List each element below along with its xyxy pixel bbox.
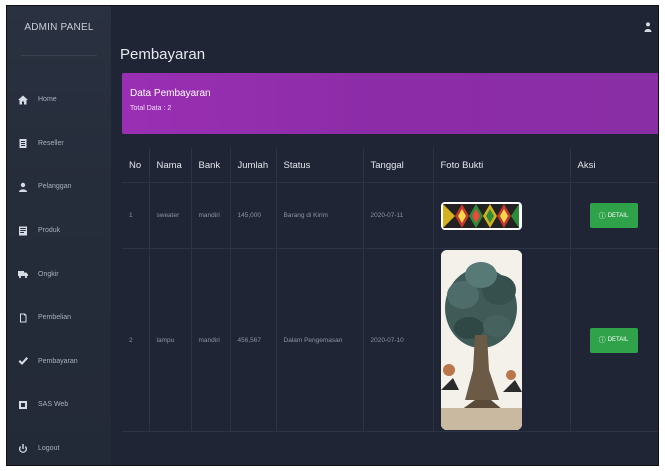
book-icon xyxy=(17,225,29,237)
table-row: 1 sweater mandiri 145,000 Barang di Kiri… xyxy=(122,182,658,249)
cell-jumlah: 145,000 xyxy=(229,182,276,249)
column-header: Jumlah xyxy=(229,148,276,183)
sidebar-item-label: Pelanggan xyxy=(38,183,72,191)
cell-tanggal: 2020-07-11 xyxy=(362,182,433,249)
card-header: Data Pembayaran Total Data : 2 xyxy=(122,73,658,134)
info-icon: ⓘ xyxy=(598,212,606,220)
sidebar-item-label: Reseller xyxy=(38,139,64,147)
column-header: No xyxy=(122,148,149,183)
payments-table: No Nama Bank Jumlah Status Tanggal Foto … xyxy=(122,148,658,432)
home-icon xyxy=(17,94,29,106)
cell-aksi: ⓘ DETAIL xyxy=(569,248,658,432)
payment-proof-image[interactable] xyxy=(440,250,522,430)
sidebar-item-produk[interactable]: Produk xyxy=(7,209,111,253)
top-bar: Pembayaran xyxy=(111,6,658,64)
cell-foto xyxy=(432,182,570,249)
cell-no: 1 xyxy=(122,182,149,249)
square-icon xyxy=(17,399,29,411)
info-icon: ⓘ xyxy=(598,337,606,344)
sidebar-item-pembelian[interactable]: Pembelian xyxy=(7,296,111,340)
sidebar-item-label: Logout xyxy=(38,445,60,453)
sidebar-item-logout[interactable]: Logout xyxy=(7,427,111,465)
power-icon xyxy=(17,443,29,455)
payment-proof-image[interactable] xyxy=(440,201,522,230)
sidebar-item-label: Pembelian xyxy=(38,314,72,322)
total-count: Total Data : 2 xyxy=(130,105,172,112)
table-row: 2 lampu mandiri 456,567 Dalam Pengemasan… xyxy=(122,248,658,432)
cell-nama: sweater xyxy=(148,182,191,249)
truck-icon xyxy=(17,268,29,280)
check-icon xyxy=(17,355,29,367)
cell-bank: mandiri xyxy=(190,182,230,249)
cell-no: 2 xyxy=(122,248,149,432)
table-header-row: No Nama Bank Jumlah Status Tanggal Foto … xyxy=(122,148,658,183)
cell-foto xyxy=(432,248,570,432)
user-icon xyxy=(17,181,29,193)
sidebar-item-pelanggan[interactable]: Pelanggan xyxy=(7,165,111,209)
sidebar-item-home[interactable]: Home xyxy=(7,78,111,122)
app-window: ADMIN PANEL Home Reseller Pelanggan Prod… xyxy=(6,5,659,466)
column-header: Nama xyxy=(148,148,191,183)
sidebar-item-reseller[interactable]: Reseller xyxy=(7,122,111,166)
column-header: Aksi xyxy=(569,148,658,183)
sidebar-item-sas-web[interactable]: SAS Web xyxy=(7,383,111,427)
column-header: Status xyxy=(275,148,363,183)
cell-jumlah: 456,567 xyxy=(229,248,276,432)
column-header: Bank xyxy=(190,148,230,183)
main-content: Pembayaran Data Pembayaran Total Data : … xyxy=(111,6,658,465)
cell-aksi: ⓘ DETAIL xyxy=(569,182,658,249)
column-header: Foto Bukti xyxy=(432,148,570,183)
detail-button[interactable]: ⓘ DETAIL xyxy=(589,203,638,228)
sidebar-item-pembayaran[interactable]: Pembayaran xyxy=(7,340,111,384)
document-icon xyxy=(17,312,29,324)
page-title: Pembayaran xyxy=(120,46,206,64)
column-header: Tanggal xyxy=(362,148,433,183)
cell-nama: lampu xyxy=(148,248,191,432)
cell-tanggal: 2020-07-10 xyxy=(362,248,433,432)
sidebar-nav: Home Reseller Pelanggan Produk Ongkir Pe… xyxy=(7,78,111,465)
detail-button[interactable]: ⓘ DETAIL xyxy=(589,327,638,353)
sidebar-item-label: Ongkir xyxy=(38,270,59,278)
brand-title: ADMIN PANEL xyxy=(21,6,97,56)
sidebar-item-label: SAS Web xyxy=(38,401,69,409)
clipboard-icon xyxy=(17,137,29,149)
sidebar-item-label: Pembayaran xyxy=(38,357,78,365)
user-menu-icon[interactable] xyxy=(644,19,652,32)
sidebar-item-label: Produk xyxy=(38,227,61,235)
sidebar: ADMIN PANEL Home Reseller Pelanggan Prod… xyxy=(7,6,112,465)
card-title: Data Pembayaran xyxy=(130,88,211,99)
cell-status: Barang di Kirim xyxy=(275,182,363,249)
cell-bank: mandiri xyxy=(190,248,230,432)
sidebar-item-ongkir[interactable]: Ongkir xyxy=(7,252,111,296)
cell-status: Dalam Pengemasan xyxy=(275,248,363,432)
sidebar-item-label: Home xyxy=(38,96,57,104)
